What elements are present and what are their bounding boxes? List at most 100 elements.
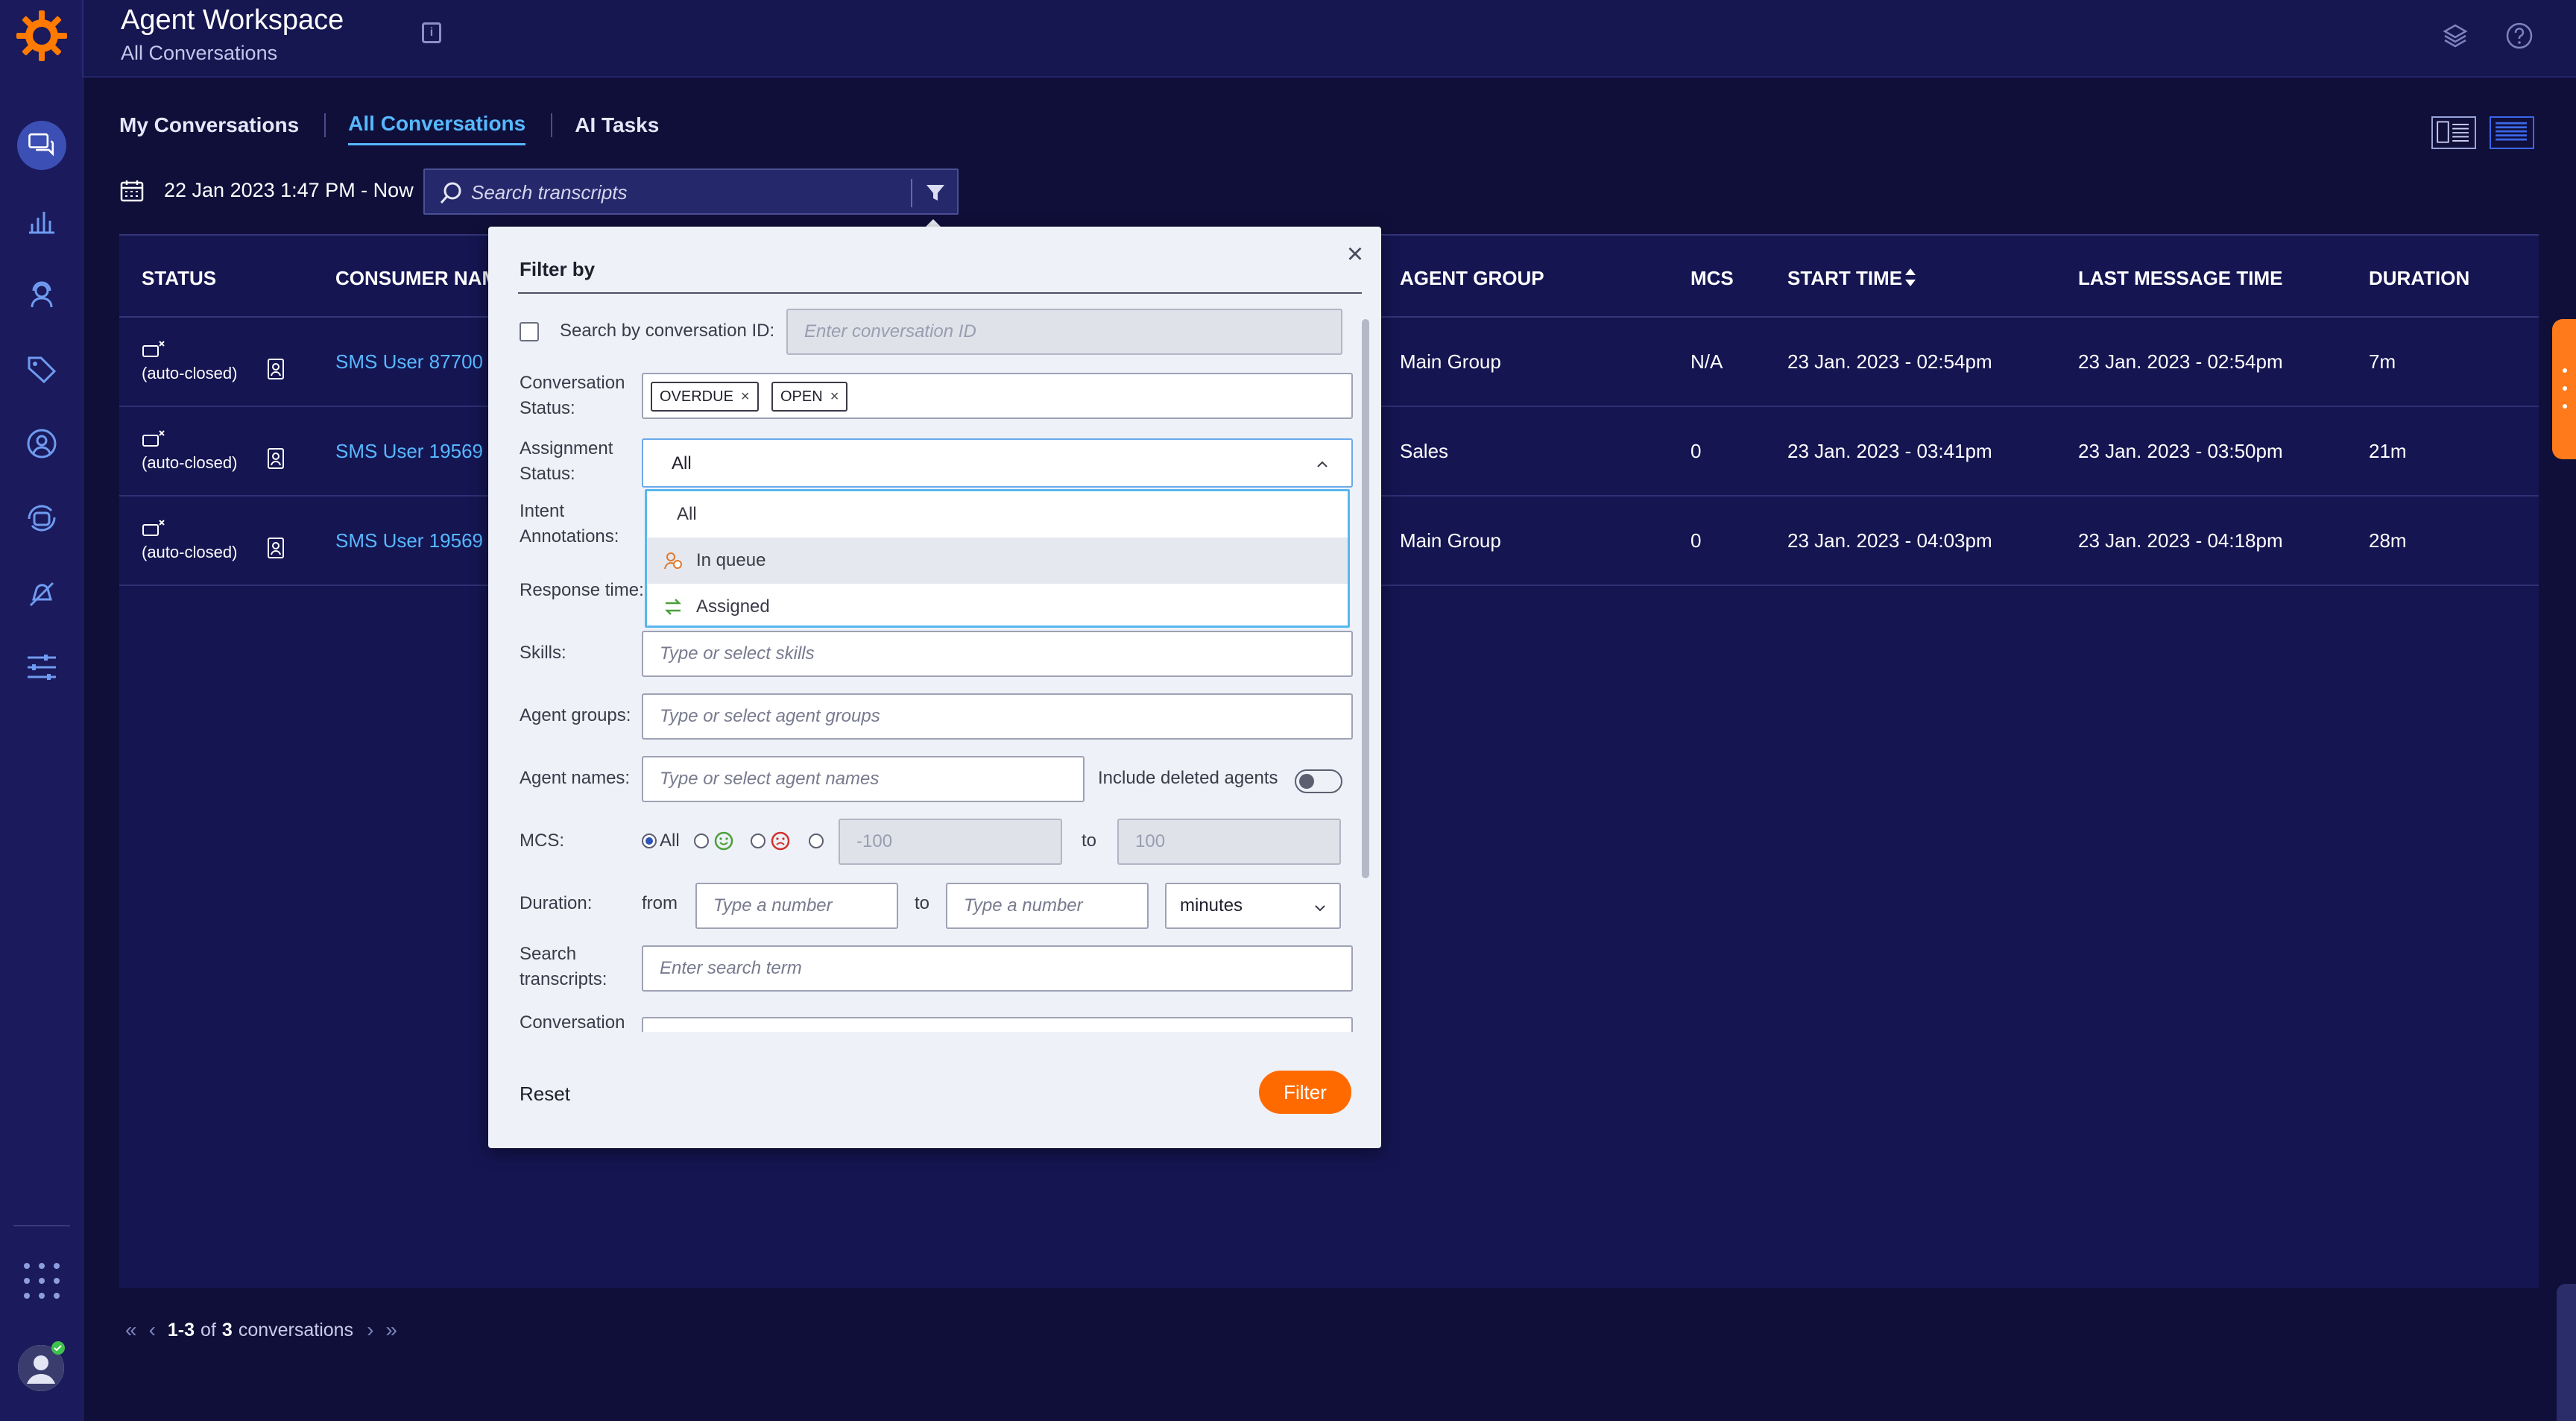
date-range[interactable]: 22 Jan 2023 1:47 PM - Now (164, 179, 414, 202)
filter-funnel-icon[interactable] (924, 182, 947, 204)
conversation-id-checkbox[interactable] (520, 322, 539, 341)
option-all[interactable]: All (647, 491, 1348, 538)
filter-button[interactable]: Filter (1259, 1071, 1351, 1114)
search-transcripts-input[interactable]: Enter search term (642, 945, 1353, 992)
nav-bots[interactable] (0, 485, 83, 552)
conversation-id-label: Search by conversation ID: (560, 321, 775, 341)
assignment-status-label-2: Status: (520, 464, 575, 484)
pagination: « ‹ 1-3 of 3 conversations › » (119, 1318, 403, 1342)
mcs-all-radio[interactable] (642, 834, 657, 848)
side-panel-handle[interactable] (2552, 319, 2576, 459)
assignment-status-select[interactable]: All (642, 438, 1353, 488)
mcs-negative-radio[interactable] (751, 834, 765, 848)
intent-annotations-label: Intent (520, 501, 565, 521)
conversation-id-input[interactable]: Enter conversation ID (786, 309, 1342, 355)
page-scrollbar[interactable] (2557, 1284, 2576, 1421)
close-icon[interactable]: × (1342, 240, 1368, 268)
user-circle-icon (27, 429, 57, 459)
chevron-down-icon (1315, 905, 1325, 912)
closed-chat-icon (142, 341, 165, 357)
status-tag-overdue: OVERDUE × (651, 382, 759, 412)
start-time-cell: 23 Jan. 2023 - 04:03pm (1787, 529, 1992, 552)
clipped-row: Conversation (488, 1002, 1353, 1032)
filter-popover: Filter by × Search by conversation ID: E… (488, 227, 1381, 1148)
nav-tags[interactable] (0, 335, 83, 403)
col-start-time[interactable]: START TIME (1787, 267, 1902, 290)
filter-scroll-thumb[interactable] (1362, 319, 1369, 878)
search-transcripts-label-2: transcripts: (520, 969, 607, 989)
nav-automation[interactable] (0, 559, 83, 626)
calendar-icon[interactable] (119, 179, 145, 203)
reset-button[interactable]: Reset (520, 1083, 570, 1106)
nav-contacts[interactable] (0, 410, 83, 477)
col-duration[interactable]: DURATION (2369, 267, 2469, 290)
info-icon[interactable]: i (422, 22, 441, 43)
nav-agents[interactable] (0, 261, 83, 328)
conversation-status-label-2: Status: (520, 398, 575, 418)
smiley-positive-icon (714, 831, 733, 851)
duration-unit-select[interactable]: minutes (1165, 883, 1341, 929)
help-icon[interactable] (2504, 21, 2534, 51)
mcs-to-input[interactable]: 100 (1117, 819, 1341, 865)
agent-group-cell: Sales (1400, 440, 1449, 462)
last-message-cell: 23 Jan. 2023 - 03:50pm (2078, 440, 2283, 462)
assigned-arrows-icon (664, 599, 682, 615)
option-in-queue[interactable]: In queue (647, 538, 1348, 584)
include-deleted-toggle[interactable] (1295, 769, 1342, 793)
nav-conversations[interactable] (0, 112, 83, 179)
status-label: (auto-closed) (142, 543, 238, 561)
col-status[interactable]: STATUS (142, 267, 216, 290)
filter-divider (518, 292, 1362, 294)
mcs-positive-radio[interactable] (694, 834, 709, 848)
duration-to-input[interactable]: Type a number (946, 883, 1149, 929)
split-view-button[interactable] (2431, 116, 2476, 149)
conversation-input[interactable] (642, 1017, 1353, 1032)
col-last-message-time[interactable]: LAST MESSAGE TIME (2078, 267, 2282, 290)
automation-bell-icon (29, 582, 54, 607)
duration-from-input[interactable]: Type a number (695, 883, 898, 929)
next-page-icon[interactable]: › (367, 1318, 373, 1342)
skills-input[interactable]: Type or select skills (642, 631, 1353, 677)
search-input[interactable] (471, 177, 874, 207)
start-time-cell: 23 Jan. 2023 - 02:54pm (1787, 350, 1992, 373)
filter-title: Filter by (520, 258, 596, 280)
remove-tag-icon[interactable]: × (741, 388, 750, 405)
option-assigned[interactable]: Assigned (647, 584, 1348, 630)
conversation-status-label: Conversation (520, 373, 625, 393)
agent-groups-input[interactable]: Type or select agent groups (642, 693, 1353, 740)
first-page-icon[interactable]: « (125, 1318, 137, 1342)
layers-icon[interactable] (2440, 21, 2470, 51)
agent-groups-label: Agent groups: (520, 705, 631, 725)
search-divider (911, 179, 912, 207)
consumer-name-link[interactable]: SMS User 19569 (335, 529, 483, 552)
sort-icon[interactable] (1904, 267, 1917, 288)
consumer-name-link[interactable]: SMS User 87700 (335, 350, 483, 374)
tab-all-conversations[interactable]: All Conversations (348, 112, 526, 145)
tab-ai-tasks[interactable]: AI Tasks (575, 113, 659, 145)
list-view-button[interactable] (2490, 116, 2534, 149)
agent-names-input[interactable]: Type or select agent names (642, 756, 1085, 802)
prev-page-icon[interactable]: ‹ (149, 1318, 156, 1342)
app-launcher-icon[interactable] (21, 1260, 63, 1302)
col-consumer-name[interactable]: CONSUMER NAM (335, 267, 498, 290)
col-mcs[interactable]: MCS (1690, 267, 1734, 290)
nav-settings[interactable] (0, 634, 83, 701)
online-status-icon (51, 1341, 65, 1355)
status-label: (auto-closed) (142, 364, 238, 382)
nav-analytics[interactable] (0, 186, 83, 253)
tab-my-conversations[interactable]: My Conversations (119, 113, 299, 145)
in-queue-icon (664, 552, 682, 570)
tag-icon (28, 356, 57, 384)
mcs-cell: N/A (1690, 350, 1723, 373)
remove-tag-icon[interactable]: × (830, 388, 839, 405)
bot-sync-icon (28, 505, 56, 532)
mcs-range-radio[interactable] (809, 834, 824, 848)
last-page-icon[interactable]: » (385, 1318, 397, 1342)
consumer-name-link[interactable]: SMS User 19569 (335, 440, 483, 463)
intent-annotations-label-2: Annotations: (520, 526, 619, 546)
search-icon (440, 182, 461, 204)
conversation-tabs: My Conversations All Conversations AI Ta… (119, 112, 684, 145)
agent-badge-icon (268, 448, 284, 469)
mcs-from-input[interactable]: -100 (839, 819, 1062, 865)
col-agent-group[interactable]: AGENT GROUP (1400, 267, 1544, 290)
